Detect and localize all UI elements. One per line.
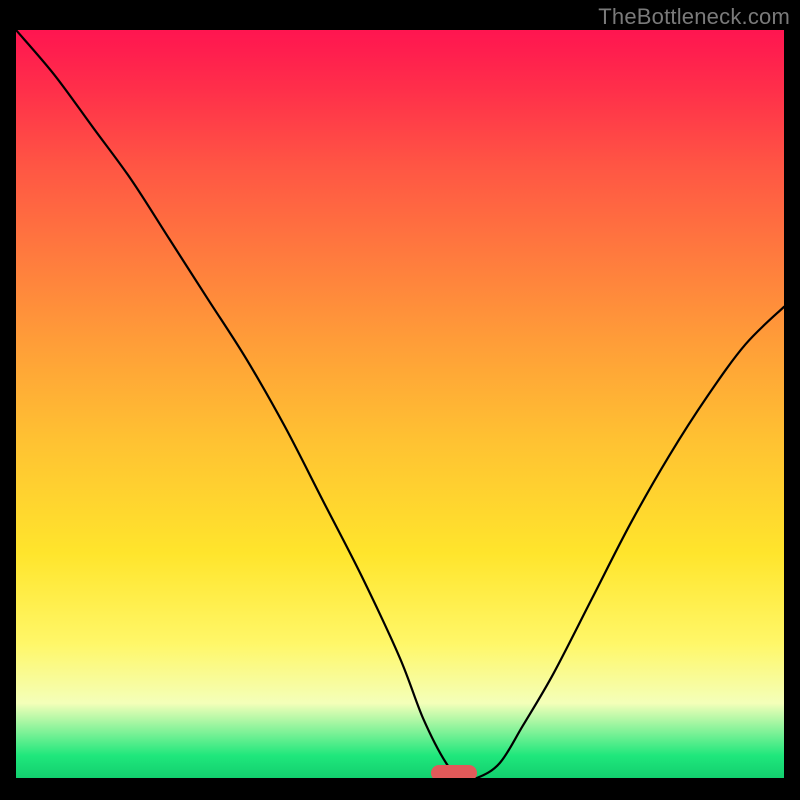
bottleneck-curve <box>16 30 784 778</box>
plot-area <box>16 30 784 778</box>
watermark-text: TheBottleneck.com <box>598 4 790 30</box>
optimum-marker <box>431 765 477 778</box>
chart-frame: TheBottleneck.com <box>0 0 800 800</box>
